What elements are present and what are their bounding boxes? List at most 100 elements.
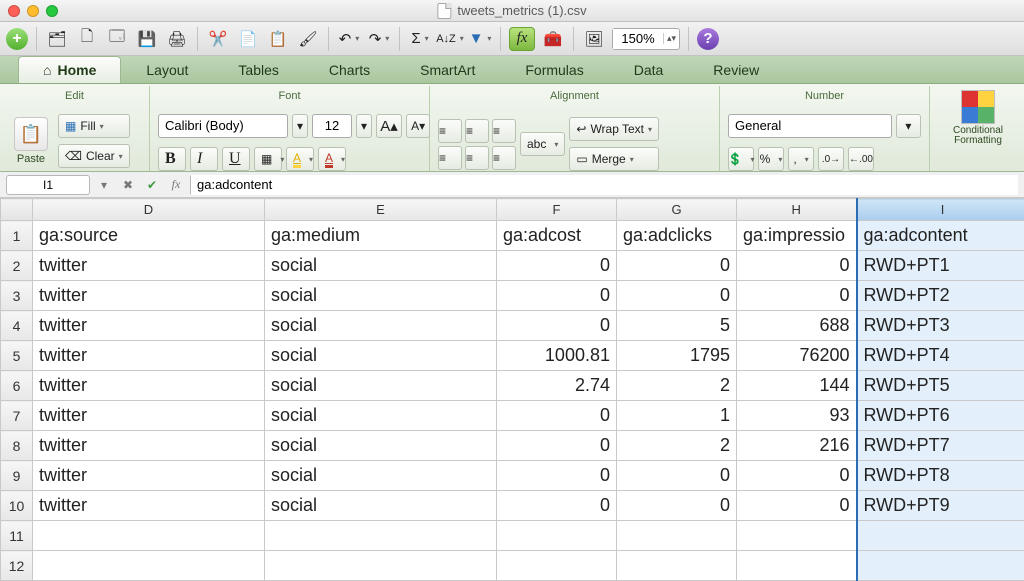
cell[interactable]: 0	[497, 431, 617, 461]
cell[interactable]: 216	[737, 431, 857, 461]
col-header-i[interactable]: I	[857, 199, 1024, 221]
cell[interactable]: 5	[617, 311, 737, 341]
cell[interactable]	[33, 521, 265, 551]
row-header[interactable]: 11	[1, 521, 33, 551]
row-header[interactable]: 4	[1, 311, 33, 341]
fill-button[interactable]: ▦Fill▾	[58, 114, 130, 138]
bold-button[interactable]: B	[158, 147, 186, 171]
font-size-dropdown[interactable]: ▾	[356, 114, 372, 138]
sort-az-button[interactable]: A↓Z	[438, 27, 462, 51]
tab-tables[interactable]: Tables	[213, 56, 303, 83]
cut-icon[interactable]: ✂️	[206, 27, 230, 51]
formula-input[interactable]	[190, 175, 1018, 195]
row-header[interactable]: 12	[1, 551, 33, 581]
grow-font-button[interactable]: A▴	[376, 114, 402, 138]
comma-button[interactable]: ,	[788, 147, 814, 171]
cell[interactable]: 0	[497, 251, 617, 281]
cell[interactable]: 0	[497, 491, 617, 521]
cell[interactable]: social	[265, 341, 497, 371]
open-template-icon[interactable]: 🗂	[45, 27, 69, 51]
cell[interactable]: 0	[737, 461, 857, 491]
show-formula-toggle[interactable]: fx	[509, 27, 535, 51]
cell[interactable]: RWD+PT7	[857, 431, 1024, 461]
cell[interactable]: twitter	[33, 371, 265, 401]
cell[interactable]: RWD+PT1	[857, 251, 1024, 281]
cell[interactable]: 0	[617, 491, 737, 521]
currency-button[interactable]: 💲	[728, 147, 754, 171]
cell[interactable]: 2.74	[497, 371, 617, 401]
zoom-input[interactable]	[613, 29, 663, 49]
conditional-formatting-button[interactable]: Conditional Formatting	[938, 88, 1018, 148]
col-header-g[interactable]: G	[617, 199, 737, 221]
cell[interactable]	[497, 551, 617, 581]
cell[interactable]: twitter	[33, 341, 265, 371]
paste-button[interactable]: 📋 Paste	[8, 111, 54, 171]
cell[interactable]: 0	[617, 251, 737, 281]
fx-button[interactable]: fx	[166, 175, 186, 195]
cell[interactable]	[737, 521, 857, 551]
tab-smartart[interactable]: SmartArt	[395, 56, 500, 83]
cell[interactable]	[33, 551, 265, 581]
cell[interactable]: 0	[617, 461, 737, 491]
row-header[interactable]: 1	[1, 221, 33, 251]
tab-data[interactable]: Data	[609, 56, 689, 83]
cell[interactable]: social	[265, 251, 497, 281]
cell[interactable]: ga:adcost	[497, 221, 617, 251]
media-browser-icon[interactable]: 🖼	[582, 27, 606, 51]
cell[interactable]: ga:adcontent	[857, 221, 1024, 251]
align-top-right[interactable]: ≡	[492, 119, 516, 143]
cell[interactable]: social	[265, 431, 497, 461]
font-name-select[interactable]	[158, 114, 288, 138]
merge-button[interactable]: ▭Merge▾	[569, 147, 659, 171]
cell[interactable]: social	[265, 491, 497, 521]
cell[interactable]: 0	[497, 461, 617, 491]
open-recent-icon[interactable]: 🗔	[105, 27, 129, 51]
cell[interactable]: RWD+PT2	[857, 281, 1024, 311]
cell[interactable]: twitter	[33, 251, 265, 281]
cell[interactable]: social	[265, 311, 497, 341]
number-format-select[interactable]	[728, 114, 892, 138]
cell[interactable]: RWD+PT9	[857, 491, 1024, 521]
cell[interactable]: 688	[737, 311, 857, 341]
wrap-text-button[interactable]: ↩︎Wrap Text▾	[569, 117, 659, 141]
cell[interactable]: ga:source	[33, 221, 265, 251]
help-icon[interactable]: ?	[697, 28, 719, 50]
cell[interactable]: 76200	[737, 341, 857, 371]
row-header[interactable]: 3	[1, 281, 33, 311]
row-header[interactable]: 5	[1, 341, 33, 371]
close-window-button[interactable]	[8, 5, 20, 17]
cell[interactable]	[265, 551, 497, 581]
cell[interactable]: ga:adclicks	[617, 221, 737, 251]
cell[interactable]: social	[265, 281, 497, 311]
cell[interactable]	[617, 551, 737, 581]
increase-decimal-button[interactable]: ←.00	[848, 147, 874, 171]
open-file-icon[interactable]: 🗋	[75, 27, 99, 51]
percent-button[interactable]: %	[758, 147, 784, 171]
cell[interactable]: 2	[617, 431, 737, 461]
shrink-font-button[interactable]: A▾	[406, 114, 430, 138]
cell[interactable]	[497, 521, 617, 551]
align-left[interactable]: ≡	[438, 146, 462, 170]
number-format-dropdown[interactable]: ▾	[896, 114, 921, 138]
row-header[interactable]: 9	[1, 461, 33, 491]
zoom-stepper[interactable]: ▴▾	[663, 33, 679, 44]
orientation-button[interactable]: abc	[520, 132, 565, 156]
tab-review[interactable]: Review	[688, 56, 784, 83]
row-header[interactable]: 6	[1, 371, 33, 401]
name-box-dropdown[interactable]: ▾	[94, 175, 114, 195]
fill-color-button[interactable]: A	[286, 147, 314, 171]
cell[interactable]: twitter	[33, 401, 265, 431]
cell[interactable]: 0	[497, 401, 617, 431]
font-size-select[interactable]	[312, 114, 352, 138]
col-header-d[interactable]: D	[33, 199, 265, 221]
cell[interactable]: 1795	[617, 341, 737, 371]
name-box[interactable]	[6, 175, 90, 195]
align-center[interactable]: ≡	[465, 146, 489, 170]
font-color-button[interactable]: A	[318, 147, 346, 171]
cell[interactable]: social	[265, 461, 497, 491]
col-header-e[interactable]: E	[265, 199, 497, 221]
cell[interactable]: twitter	[33, 281, 265, 311]
row-header[interactable]: 7	[1, 401, 33, 431]
cell[interactable]	[857, 521, 1024, 551]
cell[interactable]: ga:medium	[265, 221, 497, 251]
